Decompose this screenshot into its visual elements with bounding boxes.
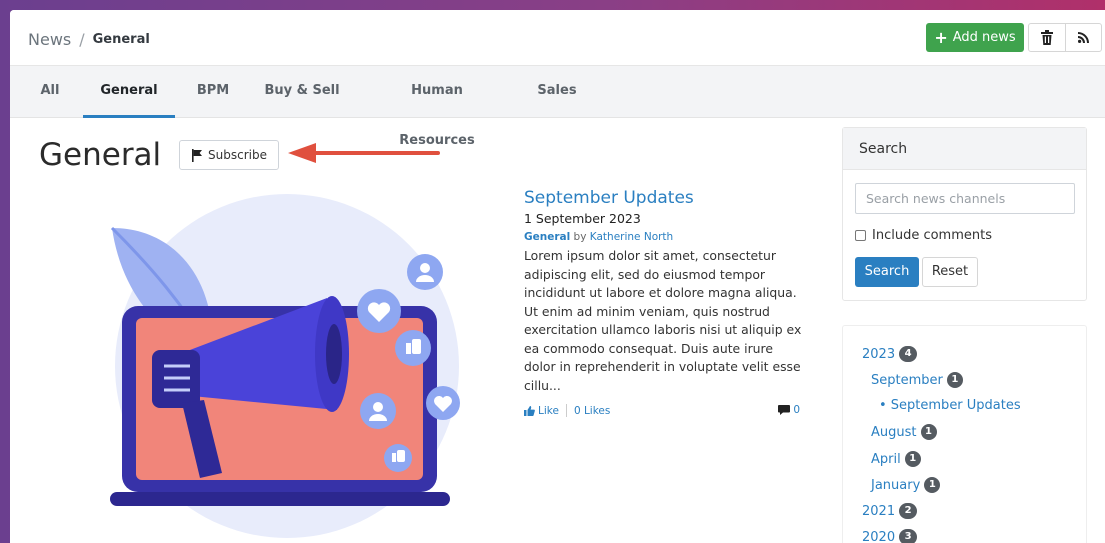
archive-year-2021[interactable]: 2021 2 bbox=[862, 503, 918, 519]
subscribe-label: Subscribe bbox=[208, 148, 267, 162]
search-button[interactable]: Search bbox=[855, 257, 919, 287]
archive-month-april[interactable]: April 1 bbox=[871, 451, 921, 467]
tab-bpm[interactable]: BPM bbox=[190, 66, 236, 118]
archive-count-badge: 1 bbox=[904, 451, 921, 467]
likes-count[interactable]: 0 Likes bbox=[574, 405, 610, 417]
archive-count-badge: 1 bbox=[946, 372, 963, 388]
article-category[interactable]: General bbox=[524, 231, 570, 243]
trash-icon bbox=[1041, 30, 1053, 45]
article-title[interactable]: September Updates bbox=[524, 188, 804, 208]
top-bar: News / General + Add news bbox=[10, 10, 1105, 66]
news-article: September Updates 1 September 2023 Gener… bbox=[524, 188, 804, 417]
archive-month-august[interactable]: August 1 bbox=[871, 424, 937, 440]
article-by: by bbox=[573, 231, 587, 243]
archive-label: 2021 bbox=[862, 503, 896, 519]
archive-count-badge: 1 bbox=[924, 477, 941, 493]
archive-label: August bbox=[871, 424, 917, 440]
tab-buy-sell[interactable]: Buy & Sell bbox=[262, 66, 342, 118]
comments-link[interactable]: 0 bbox=[778, 404, 800, 416]
archive-count-badge: 4 bbox=[899, 346, 918, 362]
tab-general[interactable]: General bbox=[83, 66, 175, 118]
archive-month-september[interactable]: September 1 bbox=[871, 372, 963, 388]
article-author[interactable]: Katherine North bbox=[590, 231, 673, 243]
like-button[interactable]: Like bbox=[538, 405, 559, 417]
rss-button[interactable] bbox=[1065, 24, 1101, 51]
breadcrumb-current: General bbox=[92, 32, 150, 47]
reset-button[interactable]: Reset bbox=[922, 257, 978, 287]
archive-count-badge: 1 bbox=[920, 424, 937, 440]
article-excerpt: Lorem ipsum dolor sit amet, consectetur … bbox=[524, 248, 802, 393]
page-title: General bbox=[39, 137, 162, 173]
toolbar-button-group bbox=[1028, 23, 1102, 52]
actions-divider bbox=[565, 404, 567, 417]
search-panel-header: Search bbox=[843, 128, 1086, 170]
flag-icon bbox=[192, 148, 203, 162]
rss-icon bbox=[1078, 32, 1089, 43]
article-actions: Like 0 Likes 0 bbox=[524, 404, 800, 417]
annotation-arrow bbox=[288, 143, 440, 163]
search-input[interactable]: Search news channels bbox=[855, 183, 1075, 214]
include-comments-checkbox[interactable] bbox=[855, 230, 866, 241]
tab-all[interactable]: All bbox=[32, 66, 68, 118]
archive-label: 2023 bbox=[862, 346, 896, 362]
archive-label: 2020 bbox=[862, 529, 896, 543]
archive-year-2020[interactable]: 2020 3 bbox=[862, 529, 918, 543]
archive-panel: 2023 4 September 1 • September Updates A… bbox=[842, 325, 1087, 543]
search-panel: Search Search news channels Include comm… bbox=[842, 127, 1087, 301]
archive-label: • September Updates bbox=[879, 398, 1021, 413]
news-page: News / General + Add news All General BP… bbox=[10, 10, 1105, 543]
thumbs-up-icon bbox=[524, 405, 535, 416]
category-tabs: All General BPM Buy & Sell Human Resourc… bbox=[10, 66, 1105, 148]
tab-sales[interactable]: Sales bbox=[530, 66, 584, 118]
breadcrumb: News / General bbox=[28, 30, 150, 49]
include-comments-label: Include comments bbox=[872, 228, 992, 243]
comments-count: 0 bbox=[793, 404, 800, 416]
article-date: 1 September 2023 bbox=[524, 211, 641, 226]
article-meta: General by Katherine North bbox=[524, 231, 804, 243]
archive-month-january[interactable]: January 1 bbox=[871, 477, 941, 493]
breadcrumb-separator: / bbox=[79, 30, 85, 49]
delete-button[interactable] bbox=[1029, 24, 1065, 51]
archive-year-2023[interactable]: 2023 4 bbox=[862, 346, 918, 362]
news-illustration bbox=[110, 194, 460, 538]
archive-label: January bbox=[871, 477, 921, 493]
include-comments-option[interactable]: Include comments bbox=[855, 228, 992, 243]
subscribe-button[interactable]: Subscribe bbox=[179, 140, 279, 170]
archive-count-badge: 2 bbox=[899, 503, 918, 519]
archive-label: April bbox=[871, 451, 901, 467]
add-news-button[interactable]: + Add news bbox=[926, 23, 1024, 52]
comment-icon bbox=[778, 405, 791, 415]
plus-icon: + bbox=[934, 27, 948, 47]
tab-human-resources[interactable]: Human Resources bbox=[372, 66, 502, 148]
archive-count-badge: 3 bbox=[899, 529, 918, 543]
add-news-label: Add news bbox=[952, 30, 1016, 45]
archive-label: September bbox=[871, 372, 943, 388]
breadcrumb-news-link[interactable]: News bbox=[28, 30, 71, 49]
archive-post-september-updates[interactable]: • September Updates bbox=[879, 398, 1021, 413]
